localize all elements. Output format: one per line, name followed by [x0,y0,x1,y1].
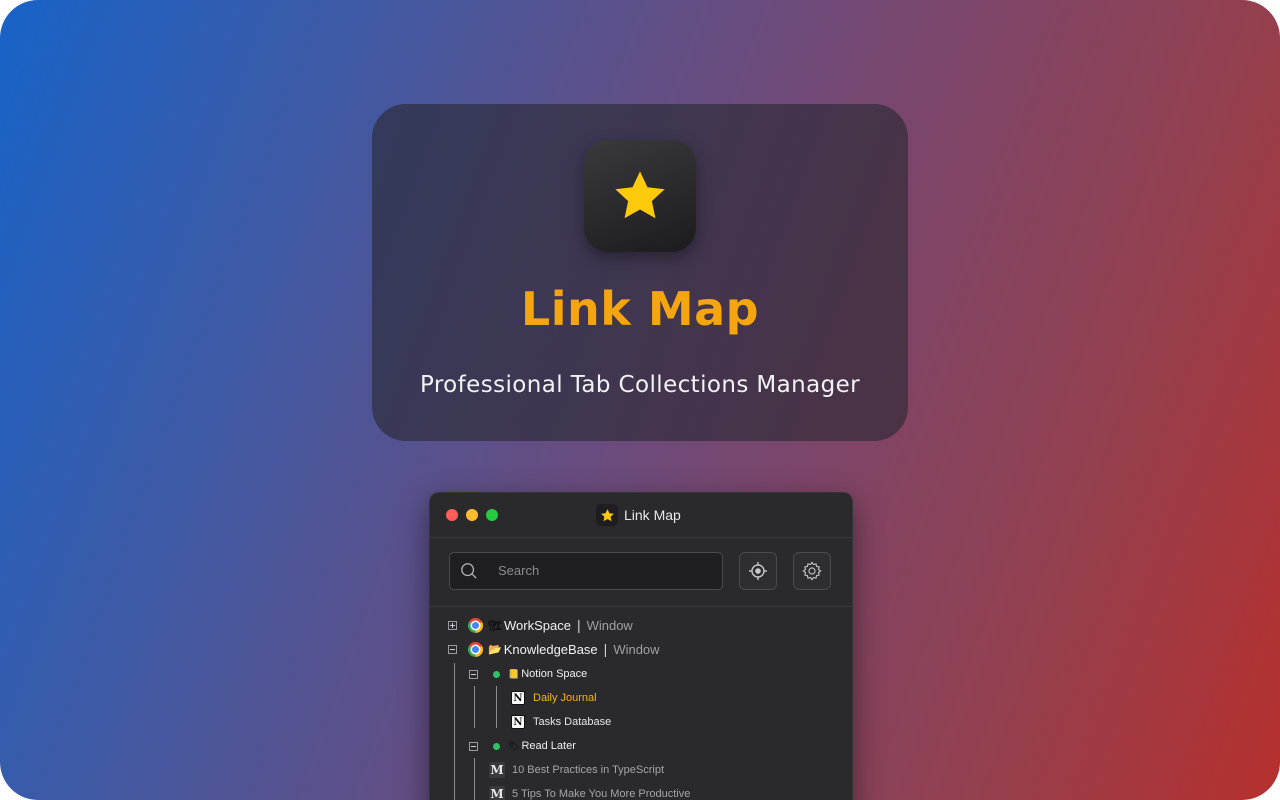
group-name: Notion Space [521,668,588,680]
window-kind: Window [586,617,633,633]
tab-title: 10 Best Practices in TypeScript [512,764,665,776]
collapse-icon[interactable] [448,644,457,654]
separator: | [603,641,608,657]
locate-icon [749,562,767,580]
tab-title: Tasks Database [533,716,612,728]
window-kind: Window [613,641,660,657]
star-icon [600,508,614,521]
tree-window-row[interactable]: 🏗 WorkSpace | Window [448,615,633,635]
star-icon [615,171,665,219]
tree-window-row[interactable]: 📂 KnowledgeBase | Window [448,639,660,659]
window-emoji: 🏗 [488,619,502,632]
separator: | [576,617,581,633]
search-input[interactable] [496,562,710,579]
tree-tab-row[interactable]: M 5 Tips To Make You More Productive [489,784,690,800]
chrome-icon [468,641,483,657]
tree-tab-row[interactable]: N Daily Journal [511,688,597,708]
gear-icon [802,561,822,581]
tree-tab-row[interactable]: N Tasks Database [511,712,611,732]
tab-title: 5 Tips To Make You More Productive [512,788,691,800]
window-name: WorkSpace [503,617,571,633]
close-button[interactable] [446,509,458,521]
zoom-button[interactable] [486,509,498,521]
search-icon [461,563,477,579]
group-emoji: 🏷 [508,740,520,751]
chrome-icon [468,617,483,633]
tab-title: Daily Journal [533,692,597,704]
tree-connector [474,758,475,800]
hero-title: Link Map [520,282,760,336]
search-box[interactable] [449,552,723,590]
toolbar [430,538,852,607]
hero-card: Link Map Professional Tab Collections Ma… [372,104,908,441]
tree-group-row[interactable]: 📒 Notion Space [469,664,587,684]
group-emoji: 📒 [508,668,520,679]
tree-connector [474,686,475,728]
window-title: Link Map [596,504,681,526]
minimize-button[interactable] [466,509,478,521]
group-name: Read Later [521,740,576,752]
expand-icon[interactable] [448,620,457,630]
notion-icon: N [511,691,525,705]
background: Link Map Professional Tab Collections Ma… [0,0,1280,800]
settings-button[interactable] [793,552,831,590]
app-window: Link Map Search 🏗 WorkSpace | Window 📂 K… [429,492,853,800]
window-title-text: Link Map [624,507,681,523]
tree-group-row[interactable]: 🏷 Read Later [469,736,576,756]
collapse-icon[interactable] [469,669,478,679]
locate-button[interactable] [739,552,777,590]
title-bar: Link Map [430,493,852,538]
notion-icon: N [511,715,525,729]
medium-icon: M [489,762,505,778]
tree-connector [454,663,455,800]
collapse-icon[interactable] [469,741,478,751]
window-name: KnowledgeBase [503,641,598,657]
tree-tab-row[interactable]: M 10 Best Practices in TypeScript [489,760,664,780]
group-status-dot [493,670,500,678]
tree-connector [496,686,497,728]
group-status-dot [493,742,500,750]
hero-subtitle: Professional Tab Collections Manager [419,372,861,398]
app-mini-icon [596,504,618,526]
medium-icon: M [489,786,505,800]
window-emoji: 📂 [488,643,502,656]
app-icon [584,140,696,252]
